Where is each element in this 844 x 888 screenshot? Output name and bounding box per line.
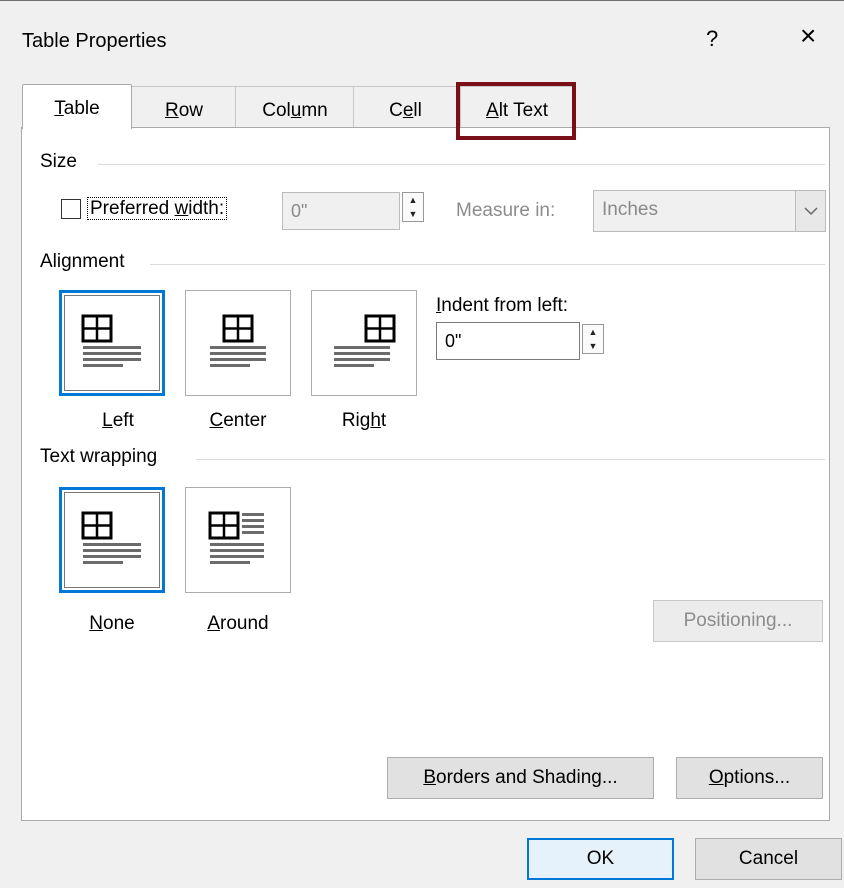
spin-up-icon[interactable]: ▲ [583, 325, 603, 339]
align-left-button[interactable] [59, 290, 165, 396]
measure-in-label: Measure in: [456, 200, 556, 221]
alignment-group-label: Alignment [40, 251, 133, 273]
align-right-button[interactable] [311, 290, 417, 396]
size-group-line [98, 164, 825, 165]
options-button[interactable]: Options... [676, 757, 823, 799]
indent-from-left-input[interactable]: 0" [436, 322, 580, 360]
align-right-icon [334, 314, 396, 367]
wrap-none-label: None [89, 613, 135, 634]
close-icon[interactable]: × [800, 22, 816, 50]
size-group-label: Size [40, 151, 85, 173]
borders-and-shading-button[interactable]: Borders and Shading... [387, 757, 654, 799]
alt-text-highlight-box [456, 82, 576, 140]
cancel-button[interactable]: Cancel [695, 838, 842, 880]
tab-cell[interactable]: Cell [353, 86, 458, 129]
tab-row[interactable]: Row [131, 86, 237, 129]
positioning-button[interactable]: Positioning... [653, 600, 823, 642]
text-wrapping-group-line [196, 459, 825, 460]
alignment-group-line [150, 264, 825, 265]
wrap-none-icon [81, 511, 141, 564]
preferred-width-input[interactable]: 0" [282, 192, 400, 230]
wrap-around-button[interactable] [185, 487, 291, 593]
wrap-none-button[interactable] [59, 487, 165, 593]
chevron-down-icon[interactable] [795, 191, 825, 231]
preferred-width-checkbox[interactable] [61, 199, 81, 219]
spin-up-icon[interactable]: ▲ [403, 193, 423, 207]
preferred-width-label: Preferred width: [87, 197, 228, 220]
measure-in-value: Inches [602, 199, 658, 220]
align-left-label: Left [102, 410, 134, 431]
preferred-width-spinner[interactable]: ▲ ▼ [402, 192, 424, 222]
tab-table[interactable]: Table [22, 84, 132, 129]
align-center-label: Center [209, 410, 267, 431]
dialog-title: Table Properties [22, 30, 167, 52]
spin-down-icon[interactable]: ▼ [583, 339, 603, 353]
spin-down-icon[interactable]: ▼ [403, 207, 423, 221]
wrap-around-icon [208, 511, 264, 564]
ok-button[interactable]: OK [527, 838, 674, 880]
align-right-label: Right [341, 410, 387, 431]
wrap-around-label: Around [207, 613, 269, 634]
indent-spinner[interactable]: ▲ ▼ [582, 324, 604, 354]
measure-in-select[interactable]: Inches [593, 190, 826, 232]
align-center-button[interactable] [185, 290, 291, 396]
align-left-icon [81, 314, 141, 367]
help-button[interactable]: ? [706, 26, 718, 52]
align-center-icon [210, 314, 266, 367]
tab-column[interactable]: Column [235, 86, 355, 129]
text-wrapping-group-label: Text wrapping [40, 446, 166, 468]
indent-from-left-label: Indent from left: [436, 295, 569, 316]
